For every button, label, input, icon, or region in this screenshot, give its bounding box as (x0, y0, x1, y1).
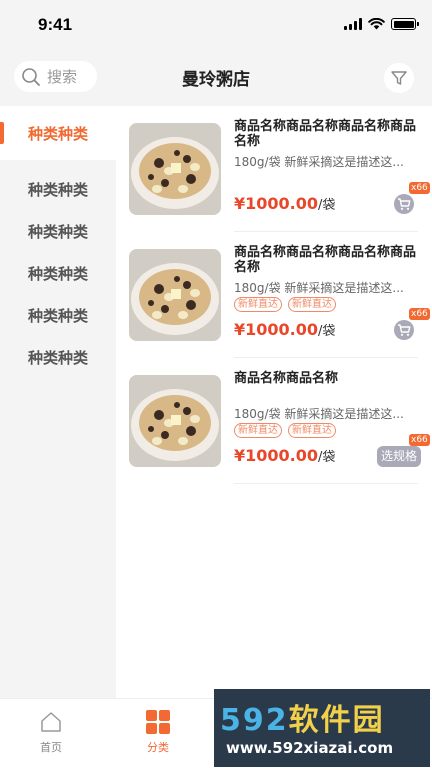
filter-button[interactable] (384, 63, 414, 93)
goods-name: 商品名称商品名称 (234, 371, 339, 386)
tag-badge: 新鲜直达 (234, 297, 282, 312)
tab-category[interactable]: 分类 (128, 709, 188, 755)
tab-home[interactable]: 首页 (21, 709, 81, 755)
cart-count-badge: x66 (409, 182, 430, 194)
product-image[interactable] (129, 123, 221, 215)
divider (234, 483, 418, 484)
goods-item[interactable]: 商品名称商品名称 180g/袋 新鲜采摘这是描述这... 新鲜直达 新鲜直达 ¥… (116, 358, 432, 484)
goods-name: 商品名称商品名称商品名称商品名称 (234, 119, 417, 149)
goods-name: 商品名称商品名称商品名称商品名称 (234, 245, 417, 275)
goods-item[interactable]: 商品名称商品名称商品名称商品名称 180g/袋 新鲜采摘这是描述这... 新鲜直… (116, 232, 432, 358)
tag-badge: 新鲜直达 (288, 297, 336, 312)
signal-icon (344, 18, 362, 30)
goods-tags: 新鲜直达 新鲜直达 (234, 297, 336, 312)
category-icon (146, 710, 170, 734)
goods-desc: 180g/袋 新鲜采摘这是描述这... (234, 281, 404, 295)
cart-icon (398, 324, 411, 336)
filter-icon (391, 71, 407, 85)
goods-list: 商品名称商品名称商品名称商品名称 180g/袋 新鲜采摘这是描述这... ¥10… (116, 106, 432, 698)
tag-badge: 新鲜直达 (234, 423, 282, 438)
content: 种类种类 种类种类 种类种类 种类种类 种类种类 种类种类 商品名称商品名称商品… (0, 106, 432, 698)
price-value: ¥1000.00 (234, 446, 319, 465)
status-bar: 9:41 (0, 0, 432, 50)
product-image[interactable] (129, 249, 221, 341)
sidebar-item-5[interactable]: 种类种类 (0, 294, 116, 336)
product-image[interactable] (129, 375, 221, 467)
goods-item[interactable]: 商品名称商品名称商品名称商品名称 180g/袋 新鲜采摘这是描述这... ¥10… (116, 106, 432, 232)
category-sidebar: 种类种类 种类种类 种类种类 种类种类 种类种类 种类种类 (0, 106, 116, 698)
cart-count-badge: x66 (409, 308, 430, 320)
header: 搜索 曼玲粥店 (0, 50, 432, 106)
watermark-logo-num: 592 (220, 703, 289, 738)
goods-tags: 新鲜直达 新鲜直达 (234, 423, 336, 438)
sidebar-item-4[interactable]: 种类种类 (0, 252, 116, 294)
tag-badge: 新鲜直达 (288, 423, 336, 438)
watermark-logo: 592软件园 (220, 695, 385, 739)
add-to-cart-button[interactable] (394, 194, 414, 214)
battery-icon (391, 18, 419, 30)
status-icons (344, 18, 419, 30)
price-value: ¥1000.00 (234, 320, 319, 339)
watermark: 592软件园 www.592xiazai.com (214, 689, 430, 767)
sidebar-item-2[interactable]: 种类种类 (0, 168, 116, 210)
wifi-icon (368, 18, 385, 30)
tab-label: 分类 (147, 741, 169, 754)
price-unit: /袋 (318, 324, 336, 339)
cart-icon (398, 198, 411, 210)
add-to-cart-button[interactable] (394, 320, 414, 340)
watermark-url: www.592xiazai.com (226, 739, 394, 757)
price-unit: /袋 (318, 450, 336, 465)
cart-count-badge: x66 (409, 434, 430, 446)
select-spec-button[interactable]: 选规格 (377, 446, 422, 467)
sidebar-item-1[interactable]: 种类种类 (0, 106, 116, 160)
sidebar-item-6[interactable]: 种类种类 (0, 336, 116, 378)
goods-desc: 180g/袋 新鲜采摘这是描述这... (234, 155, 404, 169)
page-title: 曼玲粥店 (182, 70, 250, 90)
price-unit: /袋 (318, 198, 336, 213)
goods-price: ¥1000.00 /袋 (234, 320, 335, 339)
goods-price: ¥1000.00 /袋 (234, 446, 335, 465)
tab-label: 首页 (40, 741, 62, 754)
sidebar-item-3[interactable]: 种类种类 (0, 210, 116, 252)
home-icon (41, 712, 61, 732)
goods-desc: 180g/袋 新鲜采摘这是描述这... (234, 407, 404, 421)
watermark-logo-cn: 软件园 (288, 703, 385, 738)
status-time: 9:41 (38, 15, 73, 34)
goods-price: ¥1000.00 /袋 (234, 194, 335, 213)
price-value: ¥1000.00 (234, 194, 319, 213)
